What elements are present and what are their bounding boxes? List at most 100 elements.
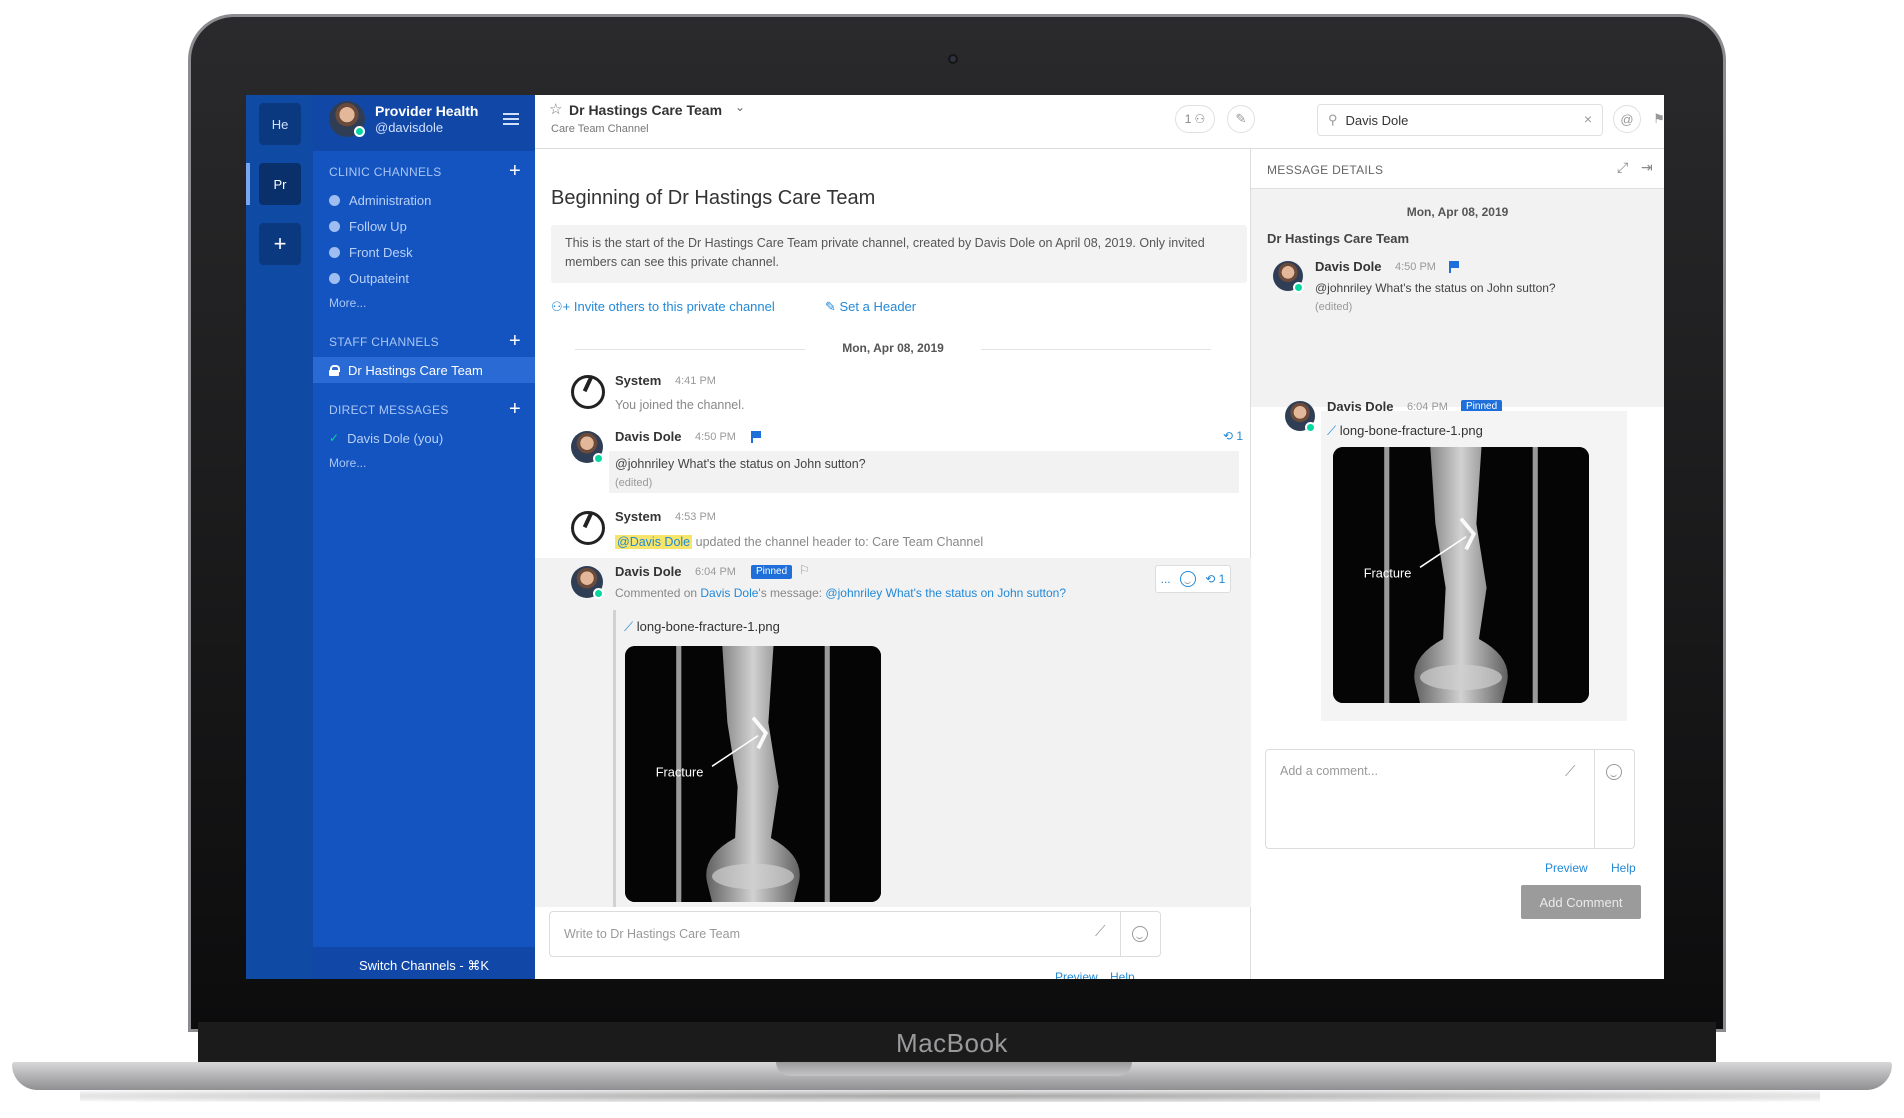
reply-icon[interactable]: ⟲ 1	[1223, 429, 1243, 443]
online-status-icon	[593, 588, 604, 599]
add-team-button[interactable]: +	[259, 223, 301, 265]
post-time: 4:41 PM	[675, 375, 716, 387]
set-header-label: Set a Header	[839, 299, 917, 314]
post-time: 4:50 PM	[695, 431, 736, 443]
help-link[interactable]: Help	[1110, 970, 1135, 979]
more-actions-button[interactable]: ...	[1161, 572, 1171, 586]
commented-on: Commented on Davis Dole's message: @john…	[615, 586, 1066, 600]
sidebar-item-outpateint[interactable]: Outpateint	[329, 265, 529, 291]
file-name[interactable]: ⟋ long-bone-fracture-1.png	[624, 619, 780, 635]
flag-icon[interactable]: ⚑	[1645, 105, 1664, 133]
post-actions-menu: ... ⟲ 1	[1155, 565, 1231, 593]
post-text: @johnriley What's the status on John sut…	[615, 457, 866, 471]
rhs-date: Mon, Apr 08, 2019	[1406, 205, 1509, 219]
team-sidebar: He Pr +	[246, 95, 313, 979]
post: System 4:53 PM @Davis Dole updated the c…	[535, 503, 1251, 555]
mention[interactable]: @Davis Dole	[615, 535, 693, 549]
xray-image[interactable]: Fracture	[1333, 447, 1589, 703]
globe-icon	[329, 194, 340, 206]
emoji-reaction-icon[interactable]	[1179, 571, 1196, 587]
add-comment-button[interactable]: Add Comment	[1521, 885, 1641, 919]
add-direct-message-button[interactable]: +	[509, 399, 521, 419]
rhs-header: MESSAGE DETAILS ⤢ ⇥	[1251, 149, 1664, 189]
message-details-panel: MESSAGE DETAILS ⤢ ⇥ Mon, Apr 08, 2019 Dr…	[1251, 149, 1664, 979]
sidebar-item-front-desk[interactable]: Front Desk	[329, 239, 529, 265]
post-author[interactable]: System	[615, 509, 661, 524]
chevron-down-icon[interactable]: ⌄	[735, 100, 745, 114]
invite-link[interactable]: ⚇+ Invite others to this private channel	[551, 299, 775, 315]
sidebar-item-follow-up[interactable]: Follow Up	[329, 213, 529, 239]
add-staff-channel-button[interactable]: +	[509, 331, 521, 351]
clear-search-icon[interactable]: ×	[1584, 111, 1592, 127]
flag-icon[interactable]	[751, 431, 761, 443]
emoji-picker-button[interactable]	[1121, 911, 1161, 957]
flag-outline-icon[interactable]: ⚐	[799, 563, 810, 577]
post-author[interactable]: Davis Dole	[1315, 259, 1381, 274]
clinic-more-link[interactable]: More...	[329, 296, 366, 310]
message-input[interactable]: Write to Dr Hastings Care Team	[549, 911, 1121, 957]
commented-author-link[interactable]: Davis Dole	[700, 586, 758, 600]
edited-indicator: (edited)	[1315, 301, 1353, 313]
user-handle: @davisdole	[375, 120, 444, 135]
paperclip-icon: ⟋	[1327, 423, 1340, 438]
sidebar-header[interactable]: Provider Health @davisdole	[313, 95, 535, 151]
globe-icon	[329, 220, 340, 232]
add-clinic-channel-button[interactable]: +	[509, 161, 521, 181]
sidebar-item-davis-dole[interactable]: ✓ Davis Dole (you)	[329, 425, 529, 451]
dm-more-link[interactable]: More...	[329, 456, 366, 470]
set-header-link[interactable]: ✎ Set a Header	[825, 299, 916, 315]
search-icon: ⚲	[1328, 112, 1338, 127]
file-name[interactable]: ⟋ long-bone-fracture-1.png	[1327, 423, 1483, 439]
mention-icon[interactable]: @	[1613, 105, 1641, 133]
laptop-notch	[776, 1062, 1132, 1076]
reply-button[interactable]: ⟲ 1	[1205, 572, 1225, 586]
file-attachment: ⟋ long-bone-fracture-1.png Fracture	[1321, 411, 1627, 721]
sidebar-item-label: Follow Up	[349, 218, 407, 234]
team-button-pr[interactable]: Pr	[259, 163, 301, 205]
member-count-button[interactable]: 1 ⚇	[1175, 105, 1215, 133]
post-time: 4:50 PM	[1395, 261, 1436, 273]
post: Davis Dole 6:04 PM Pinned ⚐ Commented on…	[535, 558, 1251, 907]
help-link[interactable]: Help	[1611, 861, 1636, 875]
rhs-channel-name: Dr Hastings Care Team	[1267, 231, 1410, 246]
preview-link[interactable]: Preview	[1055, 970, 1098, 979]
post: System 4:41 PM You joined the channel.	[535, 365, 1251, 417]
globe-icon	[329, 272, 340, 284]
online-status-icon	[593, 453, 604, 464]
post-author[interactable]: Davis Dole	[615, 564, 681, 579]
preview-link[interactable]: Preview	[1545, 861, 1588, 875]
date-separator: Mon, Apr 08, 2019	[535, 341, 1251, 355]
post-author[interactable]: System	[615, 373, 661, 388]
online-status-icon	[354, 126, 365, 137]
online-status-icon	[1305, 422, 1316, 433]
sidebar-item-dr-hastings-care-team[interactable]: Dr Hastings Care Team	[313, 357, 535, 383]
flag-icon[interactable]	[1449, 261, 1459, 273]
team-button-he[interactable]: He	[259, 103, 301, 145]
channel-sidebar: Provider Health @davisdole CLINIC CHANNE…	[313, 95, 535, 979]
reply-count: 1	[1236, 429, 1244, 443]
search-input[interactable]: ⚲ Davis Dole ×	[1317, 104, 1603, 136]
expand-icon[interactable]: ⤢	[1617, 159, 1628, 176]
xray-image[interactable]: Fracture	[625, 646, 881, 902]
emoji-picker-button[interactable]	[1595, 749, 1635, 849]
switch-channels-button[interactable]: Switch Channels - ⌘K	[313, 947, 535, 979]
channel-title[interactable]: Dr Hastings Care Team	[569, 102, 722, 118]
file-name-label: long-bone-fracture-1.png	[1339, 423, 1483, 438]
attachment-icon[interactable]: ⟋	[1565, 763, 1576, 780]
commented-message-link[interactable]: @johnriley What's the status on John sut…	[825, 586, 1066, 600]
team-active-indicator	[246, 163, 250, 205]
post-text: You joined the channel.	[615, 398, 745, 412]
sidebar-item-administration[interactable]: Administration	[329, 187, 529, 213]
comment-input[interactable]: Add a comment...	[1265, 749, 1595, 849]
main-menu-icon[interactable]	[503, 113, 519, 125]
paperclip-icon: ⟋	[624, 619, 637, 634]
channel-subtitle: Care Team Channel	[551, 123, 649, 135]
close-panel-icon[interactable]: ⇥	[1641, 159, 1653, 176]
attachment-icon[interactable]: ⟋	[1095, 923, 1106, 940]
system-icon	[571, 511, 605, 545]
star-icon[interactable]: ☆	[549, 100, 562, 118]
svg-text:Fracture: Fracture	[656, 765, 704, 780]
post-author[interactable]: Davis Dole	[615, 429, 681, 444]
emoji-icon	[1132, 926, 1148, 942]
pin-icon[interactable]: ✎	[1227, 105, 1255, 133]
